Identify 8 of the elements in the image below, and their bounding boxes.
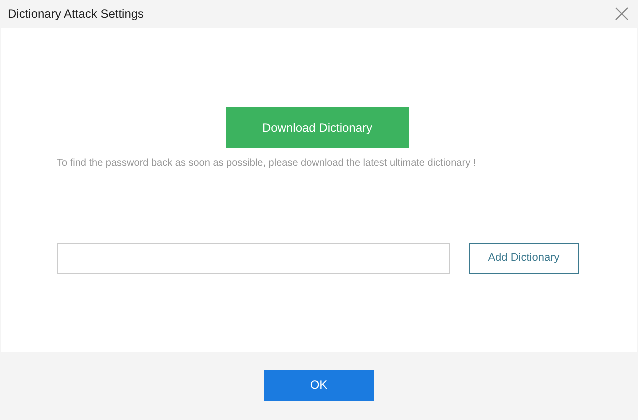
close-button[interactable] [614,6,630,22]
dictionary-path-field[interactable] [57,243,450,274]
close-icon [615,7,629,21]
hint-text: To find the password back as soon as possible, please download the latest ultimate dictionary ! [57,157,478,171]
ok-button[interactable]: OK [264,370,374,400]
add-dictionary-button[interactable]: Add Dictionary [469,243,579,274]
window-title: Dictionary Attack Settings [8,6,144,23]
download-dictionary-button[interactable]: Download Dictionary [226,107,409,148]
